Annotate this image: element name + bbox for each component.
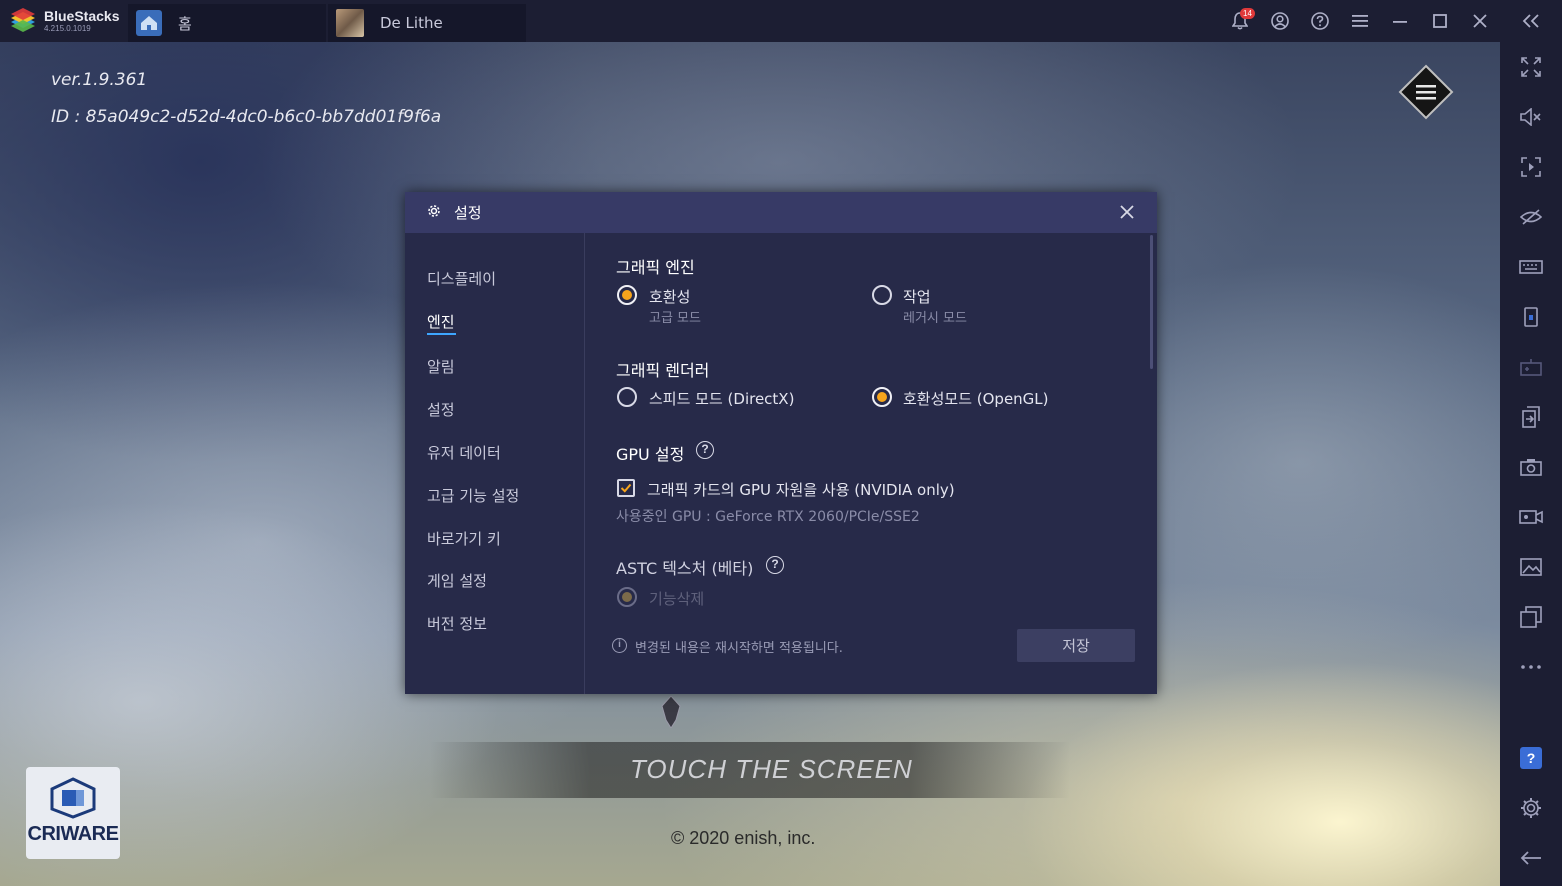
phone-icon[interactable] [1500,297,1562,337]
astc-disabled-radio [617,587,637,607]
home-icon [136,10,162,36]
renderer-opengl-radio[interactable] [872,387,892,407]
settings-nav: 디스플레이 엔진 알림 설정 유저 데이터 고급 기능 설정 바로가기 키 게임… [405,233,585,694]
close-icon[interactable] [1460,0,1500,42]
nav-active-underline [427,333,456,335]
nav-item-game-settings[interactable]: 게임 설정 [427,570,487,591]
game-version: ver.1.9.361 [51,70,148,90]
tab-game-label: De Lithe [380,14,443,32]
nav-item-display[interactable]: 디스플레이 [427,268,496,289]
gpu-checkbox-label: 그래픽 카드의 GPU 자원을 사용 (NVIDIA only) [647,481,955,499]
tab-home-label: 홈 [178,14,192,33]
astc-texture-title: ASTC 텍스처 (베타) [616,559,754,578]
dialog-title: 설정 [454,204,482,222]
fullscreen-icon[interactable] [1500,47,1562,87]
bell-icon[interactable]: 14 [1220,0,1260,42]
engine-compat-label: 호환성 [649,288,691,306]
help-button[interactable]: ? [1500,738,1562,778]
touch-screen-text[interactable]: TOUCH THE SCREEN [630,754,913,785]
bluestacks-brand: BlueStacks 4.215.0.1019 [0,0,128,42]
game-user-id: ID : 85a049c2-d52d-4dc0-b6c0-bb7dd01f9f6… [51,107,442,127]
settings-gear-icon[interactable] [1500,788,1562,828]
graphics-engine-title: 그래픽 엔진 [616,258,695,277]
screenshot-icon[interactable] [1500,447,1562,487]
nav-item-engine[interactable]: 엔진 [427,311,455,332]
menu-icon[interactable] [1340,0,1380,42]
minimize-icon[interactable] [1380,0,1420,42]
nav-item-about[interactable]: 버전 정보 [427,613,487,634]
help-icon[interactable] [1300,0,1340,42]
gpu-in-use-text: 사용중인 GPU : GeForce RTX 2060/PCIe/SSE2 [616,509,920,525]
engine-task-label: 작업 [903,288,931,306]
multi-instance-icon[interactable] [1500,597,1562,637]
dialog-close-icon[interactable] [1117,203,1137,223]
dialog-header: 설정 [405,192,1157,233]
help-question-icon: ? [1520,747,1542,769]
right-sidebar: ? [1500,42,1562,886]
criware-text: CRIWARE [27,823,119,845]
gamepad-icon[interactable] [1500,347,1562,387]
game-menu-button[interactable] [1398,64,1454,120]
game-emblem-icon [658,695,684,729]
more-icon[interactable] [1500,647,1562,687]
brand-name: BlueStacks [44,8,120,24]
tab-home[interactable]: 홈 [128,4,326,42]
engine-compat-sub: 고급 모드 [649,311,701,326]
keyboard-icon[interactable] [1500,247,1562,287]
astc-disabled-label: 기능삭제 [649,590,705,608]
info-icon: i [612,638,627,653]
renderer-directx-radio[interactable] [617,387,637,407]
maximize-icon[interactable] [1420,0,1460,42]
renderer-opengl-label: 호환성모드 (OpenGL) [903,390,1049,408]
nav-item-notifications[interactable]: 알림 [427,356,455,377]
settings-dialog: 설정 디스플레이 엔진 알림 설정 유저 데이터 고급 기능 설정 바로가기 키… [405,192,1157,694]
back-arrow-icon[interactable] [1500,838,1562,878]
nav-item-user-data[interactable]: 유저 데이터 [427,442,501,463]
engine-task-radio[interactable] [872,285,892,305]
media-folder-icon[interactable] [1500,547,1562,587]
brand-version: 4.215.0.1019 [44,24,91,33]
criware-logo: CRIWARE [26,767,120,859]
restart-note: 변경된 내용은 재시작하면 적용됩니다. [635,641,843,656]
video-record-icon[interactable] [1500,497,1562,537]
nav-item-preferences[interactable]: 설정 [427,399,455,420]
gpu-checkbox[interactable] [617,479,635,497]
content-scrollbar[interactable] [1150,235,1153,369]
apk-install-icon[interactable] [1500,397,1562,437]
nav-item-shortcuts[interactable]: 바로가기 키 [427,528,501,549]
renderer-directx-label: 스피드 모드 (DirectX) [649,390,795,408]
gpu-settings-title: GPU 설정 [616,445,685,464]
copyright-text: © 2020 enish, inc. [671,828,816,848]
volume-mute-icon[interactable] [1500,97,1562,137]
engine-settings-panel: 그래픽 엔진 호환성 고급 모드 작업 레거시 모드 그래픽 렌더러 스피드 모… [586,233,1157,694]
eye-off-icon[interactable] [1500,197,1562,237]
tab-game[interactable]: De Lithe [328,4,526,42]
bluestacks-logo-icon [8,8,38,34]
screen-rotate-icon[interactable] [1500,147,1562,187]
notification-badge: 14 [1240,8,1255,19]
gpu-help-icon[interactable]: ? [696,441,714,459]
nav-item-advanced[interactable]: 고급 기능 설정 [427,485,519,506]
astc-help-icon[interactable]: ? [766,556,784,574]
save-button[interactable]: 저장 [1017,629,1135,662]
graphics-renderer-title: 그래픽 렌더러 [616,361,710,380]
title-bar: BlueStacks 4.215.0.1019 홈 De Lithe 14 [0,0,1562,42]
engine-task-sub: 레거시 모드 [903,311,967,326]
collapse-sidebar-icon[interactable] [1500,0,1562,42]
settings-gear-title-icon [426,203,442,223]
engine-compat-radio[interactable] [617,285,637,305]
account-icon[interactable] [1260,0,1300,42]
game-thumbnail [336,9,364,37]
